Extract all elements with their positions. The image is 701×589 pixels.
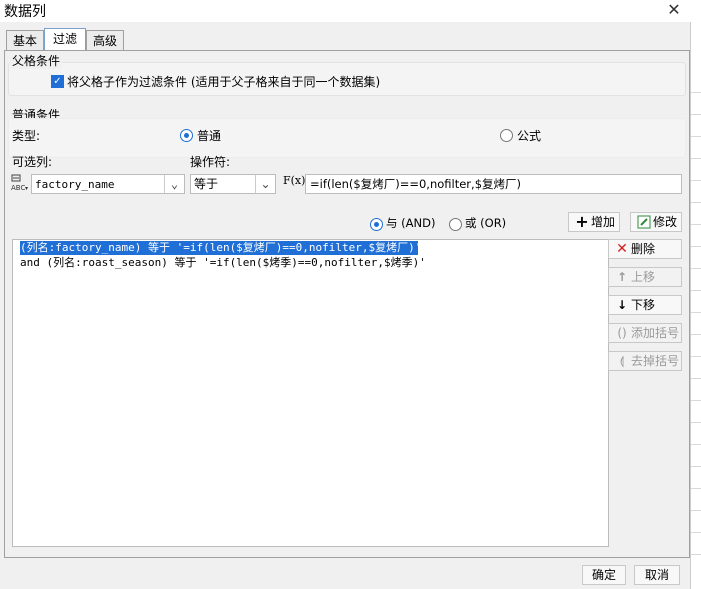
parent-condition-title: 父格条件 — [10, 52, 63, 69]
operator-label: 操作符: — [190, 155, 231, 169]
title-bar — [0, 0, 701, 22]
add-bracket-button[interactable]: () 添加括号 — [608, 323, 682, 343]
condition-item[interactable]: (列名:factory_name) 等于 '=if(len($复烤厂)==0,n… — [20, 241, 421, 255]
column-select-value: factory_name — [35, 178, 115, 191]
plus-icon: + — [575, 212, 589, 231]
chevron-down-icon: ⌄ — [255, 175, 275, 193]
type-normal-label: 普通 — [197, 129, 222, 143]
remove-bracket-icon: ⟬ — [619, 354, 625, 368]
formula-input[interactable]: =if(len($复烤厂)==0,nofilter,$复烤厂) — [305, 174, 682, 194]
column-label: 可选列: — [12, 155, 53, 169]
cancel-button[interactable]: 取消 — [634, 565, 680, 585]
type-formula-radio[interactable] — [500, 129, 513, 142]
type-label: 类型: — [12, 129, 41, 143]
operator-select-value: 等于 — [194, 177, 219, 191]
logic-and-radio[interactable] — [370, 218, 383, 231]
normal-condition-group — [8, 118, 686, 158]
logic-and-label: 与 (AND) — [386, 216, 436, 230]
logic-or-label: 或 (OR) — [465, 216, 507, 230]
arrow-up-icon: ↑ — [616, 270, 628, 284]
delete-button[interactable]: ✕ 删除 — [608, 239, 682, 259]
condition-list[interactable] — [12, 239, 609, 547]
column-select[interactable]: factory_name ⌄ — [31, 174, 185, 194]
close-icon[interactable]: ✕ — [664, 0, 684, 20]
condition-item[interactable]: and (列名:roast_season) 等于 '=if(len($烤季)==… — [20, 256, 426, 270]
operator-select[interactable]: 等于 ⌄ — [190, 174, 276, 194]
logic-or-radio[interactable] — [449, 218, 462, 231]
remove-bracket-button[interactable]: ⟬ 去掉括号 — [608, 351, 682, 371]
move-up-button[interactable]: ↑ 上移 — [608, 267, 682, 287]
tab-basic[interactable]: 基本 — [6, 30, 44, 51]
formula-icon[interactable]: F(x) — [283, 174, 305, 187]
arrow-down-icon: ↓ — [616, 298, 628, 312]
type-normal-radio[interactable] — [180, 129, 193, 142]
ok-button[interactable]: 确定 — [582, 565, 626, 585]
column-type-icon: ABC — [10, 173, 30, 193]
type-formula-label: 公式 — [517, 129, 542, 143]
window-title: 数据列 — [4, 4, 46, 20]
parent-condition-label: 将父格子作为过滤条件 (适用于父子格来自于同一个数据集) — [67, 75, 381, 89]
parent-condition-checkbox[interactable]: ✓ — [51, 75, 64, 88]
svg-text:ABC: ABC — [11, 184, 25, 192]
tab-filter[interactable]: 过滤 — [44, 28, 86, 52]
move-down-button[interactable]: ↓ 下移 — [608, 295, 682, 315]
add-button[interactable]: + 增加 — [568, 212, 620, 232]
tab-advanced[interactable]: 高级 — [86, 30, 124, 51]
chevron-down-icon: ⌄ — [164, 175, 184, 193]
edit-icon — [636, 214, 652, 230]
background-sheet-strip — [690, 22, 701, 589]
modify-button[interactable]: 修改 — [630, 212, 682, 232]
bracket-icon: () — [617, 326, 627, 340]
delete-x-icon: ✕ — [616, 241, 628, 257]
